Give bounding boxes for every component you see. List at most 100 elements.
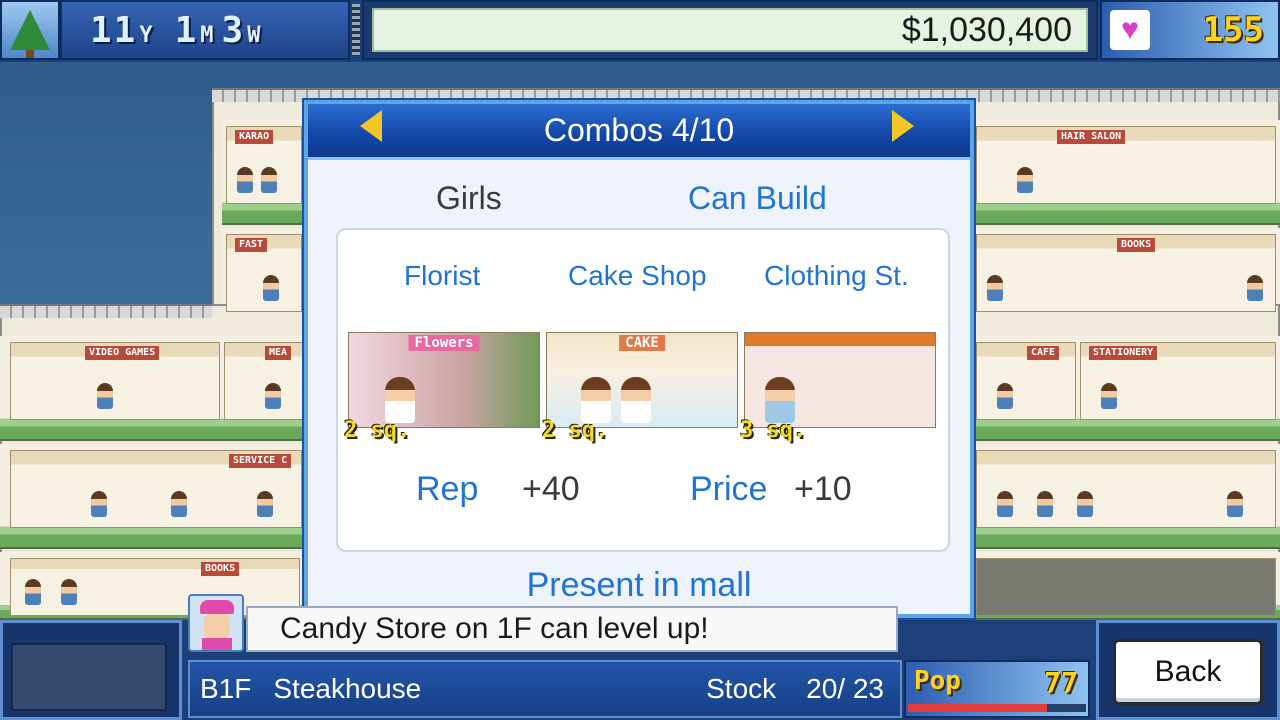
combo-category-row: Girls Can Build [308, 180, 970, 224]
hearts-display: ♥ 155 [1100, 0, 1280, 60]
season-indicator[interactable] [0, 0, 60, 60]
pop-value: 77 [1044, 666, 1078, 699]
price-label: Price [690, 470, 768, 508]
minimap-box[interactable] [0, 620, 182, 720]
shopper [1017, 167, 1033, 193]
florist-thumbnail[interactable]: Flowers [348, 332, 540, 428]
advisor-face [204, 614, 230, 638]
fast-food-shop: FAST [226, 234, 302, 312]
advisor-body [202, 638, 232, 650]
cake-shop-staff [581, 377, 611, 423]
combo-category: Girls [436, 180, 502, 216]
shopper [257, 491, 273, 517]
advisor-hat [200, 600, 234, 614]
year-value: 11 [90, 9, 138, 51]
combos-panel: Combos 4/10 Girls Can Build Florist Cake… [304, 100, 974, 618]
karaoke-shop: KARAO [226, 126, 302, 204]
month-unit: M [200, 22, 214, 48]
back-button[interactable]: Back [1113, 639, 1263, 705]
shop-sign: KARAO [235, 130, 274, 144]
money-panel: $1,030,400 [372, 8, 1088, 52]
minimap [11, 643, 167, 711]
money-value: $1,030,400 [901, 10, 1072, 49]
clothing-store-thumbnail[interactable] [744, 332, 936, 428]
cake-shop-thumbnail[interactable]: CAKE [546, 332, 738, 428]
shopper [997, 491, 1013, 517]
shop-sign: STATIONERY [1089, 346, 1158, 360]
back-button-frame: Back [1096, 620, 1280, 720]
books-shop-right: BOOKS [976, 234, 1276, 312]
popularity-display: Pop 77 [904, 660, 1090, 718]
shopper [1247, 275, 1263, 301]
notification-text: Candy Store on 1F can level up! [280, 612, 709, 645]
week-value: 3 [221, 9, 246, 51]
combos-title: Combos 4/10 [543, 112, 735, 148]
tree-icon [10, 10, 50, 58]
year-unit: Y [139, 22, 153, 48]
shop-name-clothing-store: Clothing St. [764, 260, 909, 291]
florist-sign: Flowers [408, 335, 480, 351]
shopper [171, 491, 187, 517]
shopper [91, 491, 107, 517]
shop-sign: VIDEO GAMES [85, 346, 160, 360]
shopper [1227, 491, 1243, 517]
hearts-value: 155 [1202, 10, 1264, 50]
shop-sign: CAFE [1027, 346, 1060, 360]
food-court [976, 450, 1276, 528]
shopper [1037, 491, 1053, 517]
shopper [987, 275, 1003, 301]
florist-shopkeeper [385, 377, 415, 423]
pop-bar [908, 704, 1086, 712]
shopper [997, 383, 1013, 409]
shop-sign: SERVICE C [229, 454, 292, 468]
month-value: 1 [174, 9, 199, 51]
shop-sign: BOOKS [201, 562, 240, 576]
shop-sign: HAIR SALON [1057, 130, 1126, 144]
shopper [261, 167, 277, 193]
shopper [1077, 491, 1093, 517]
pop-bar-fill [908, 704, 1047, 712]
video-games-shop: VIDEO GAMES [10, 342, 220, 420]
next-arrow-icon[interactable] [892, 110, 914, 142]
shop-sign: BOOKS [1117, 238, 1156, 252]
present-in-mall: Present in mall [526, 566, 752, 604]
clothing-store-size: 3 sq. [740, 418, 807, 443]
shop-sign: MEA [265, 346, 292, 360]
date-display: 11 Y 1 M 3 W [60, 0, 350, 60]
previous-arrow-icon[interactable] [360, 110, 382, 142]
hud-grip [352, 4, 360, 56]
rep-label: Rep [416, 470, 479, 508]
escalator-area [976, 558, 1276, 616]
shop-name-florist: Florist [404, 260, 481, 291]
shopper [1101, 383, 1117, 409]
meat-shop: MEA [224, 342, 304, 420]
heart-icon: ♥ [1110, 10, 1150, 50]
hair-salon-shop: HAIR SALON [976, 126, 1276, 204]
shopper [265, 383, 281, 409]
shop-label: Steakhouse [273, 673, 422, 704]
notification-ticker[interactable]: Candy Store on 1F can level up! [246, 606, 898, 652]
stock-label: Stock [706, 673, 777, 704]
shopper [263, 275, 279, 301]
selected-shop-status[interactable]: B1F Steakhouse Stock 20/ 23 [188, 660, 902, 718]
combo-details: Florist Cake Shop Clothing St. Flowers C… [336, 228, 950, 552]
rep-value: +40 [522, 470, 580, 508]
shopper [237, 167, 253, 193]
shopper [97, 383, 113, 409]
combos-header: Combos 4/10 [308, 104, 970, 160]
shopper [61, 579, 77, 605]
cake-shop-sign: CAKE [619, 335, 665, 351]
roof [0, 304, 212, 318]
cake-shop-size: 2 sq. [542, 418, 609, 443]
week-unit: W [247, 22, 261, 48]
pop-label: Pop [914, 666, 961, 696]
clothing-store-staff [765, 377, 795, 423]
can-build-label: Can Build [688, 180, 827, 216]
shop-name-cake-shop: Cake Shop [568, 260, 707, 291]
florist-size: 2 sq. [344, 418, 411, 443]
shopper [25, 579, 41, 605]
floor-label: B1F [200, 673, 252, 704]
stock-value: 20/ 23 [806, 673, 884, 704]
cafe-shop: CAFE [976, 342, 1076, 420]
money-display: $1,030,400 [362, 0, 1098, 60]
